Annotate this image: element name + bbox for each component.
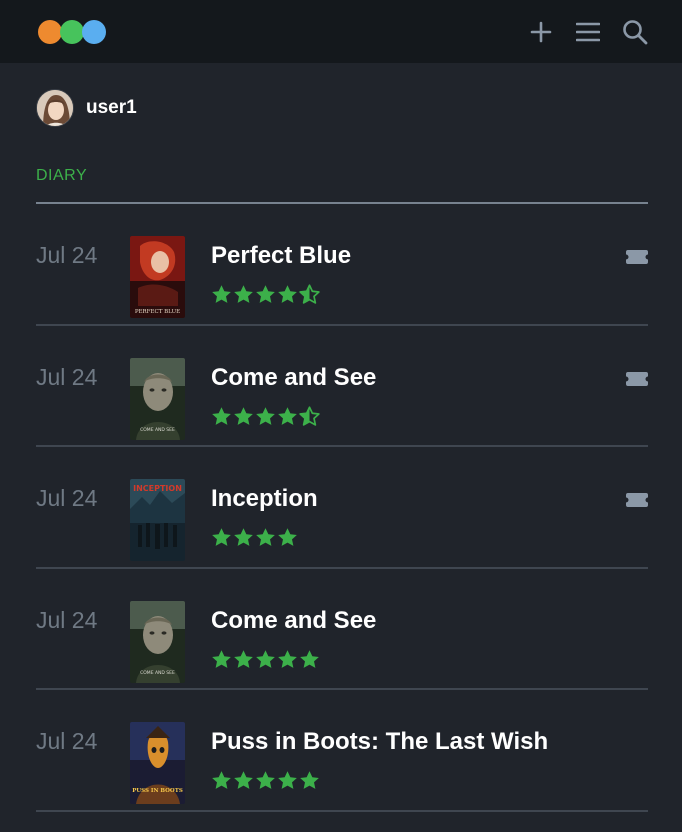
poster-image[interactable]: COME AND SEE xyxy=(130,357,185,440)
diary-list: Jul 24 PERFECT BLUE Perfect Blue Jul 24 xyxy=(36,204,648,812)
poster-image[interactable]: PUSS IN BOOTS xyxy=(130,722,185,804)
rewatch-icon xyxy=(626,250,648,264)
star-icon xyxy=(212,528,231,546)
diary-entry[interactable]: Jul 24 PUSS IN BOOTS Puss in Boots: The … xyxy=(36,690,648,812)
search-icon[interactable] xyxy=(621,18,648,45)
star-icon xyxy=(234,649,253,668)
star-icon xyxy=(300,771,319,789)
star-icon xyxy=(212,406,231,425)
star-icon xyxy=(212,285,231,303)
film-title[interactable]: Come and See xyxy=(211,364,376,392)
main-content: user1 DIARY Jul 24 PERFECT BLUE Perfect … xyxy=(0,63,682,832)
star-icon xyxy=(234,406,253,425)
username[interactable]: user1 xyxy=(86,97,137,119)
app-logo[interactable] xyxy=(38,19,108,45)
poster-caption: INCEPTION xyxy=(133,484,182,493)
star-icon xyxy=(212,771,231,789)
star-icon xyxy=(278,771,297,789)
star-icon xyxy=(256,771,275,789)
entry-date: Jul 24 xyxy=(36,242,98,268)
star-rating xyxy=(211,527,298,548)
star-icon xyxy=(256,285,275,303)
star-icon xyxy=(278,528,297,546)
film-title[interactable]: Come and See xyxy=(211,607,376,635)
section-title-diary: DIARY xyxy=(36,167,88,184)
star-icon xyxy=(234,528,253,546)
star-rating xyxy=(211,284,320,305)
diary-entry[interactable]: Jul 24 INCEPTION Inception xyxy=(36,447,648,569)
star-rating xyxy=(211,770,320,791)
star-icon xyxy=(300,649,319,668)
star-icon xyxy=(256,406,275,425)
logo-dot-green xyxy=(60,19,84,44)
rewatch-icon xyxy=(626,493,648,507)
diary-entry[interactable]: Jul 24 PERFECT BLUE Perfect Blue xyxy=(36,204,648,326)
profile-header[interactable]: user1 xyxy=(36,89,137,127)
half-star-icon xyxy=(299,284,320,304)
nav-actions xyxy=(527,18,648,45)
film-title[interactable]: Perfect Blue xyxy=(211,242,351,270)
star-rating xyxy=(211,649,320,670)
star-icon xyxy=(278,649,297,668)
star-rating xyxy=(211,405,320,427)
star-icon xyxy=(212,649,231,668)
diary-entry[interactable]: Jul 24 COME AND SEE Come and See xyxy=(36,569,648,690)
poster-caption: COME AND SEE xyxy=(140,670,175,676)
poster-caption: PERFECT BLUE xyxy=(135,309,180,315)
logo-dot-blue xyxy=(82,19,106,44)
rewatch-icon xyxy=(626,371,648,386)
logo-dot-orange xyxy=(38,19,62,44)
entry-date: Jul 24 xyxy=(36,728,98,754)
star-icon xyxy=(234,771,253,789)
film-title[interactable]: Inception xyxy=(211,485,318,513)
avatar[interactable] xyxy=(36,89,74,127)
poster-image[interactable]: INCEPTION xyxy=(130,479,185,561)
entry-date: Jul 24 xyxy=(36,606,98,633)
entry-date: Jul 24 xyxy=(36,363,98,390)
plus-icon[interactable] xyxy=(527,18,554,45)
poster-caption: COME AND SEE xyxy=(140,427,175,433)
star-icon xyxy=(278,285,297,303)
half-star-icon xyxy=(299,405,320,426)
menu-icon[interactable] xyxy=(574,18,601,45)
star-icon xyxy=(256,528,275,546)
diary-entry[interactable]: Jul 24 COME AND SEE Come and See xyxy=(36,326,648,447)
film-title[interactable]: Puss in Boots: The Last Wish xyxy=(211,728,548,756)
poster-image[interactable]: COME AND SEE xyxy=(130,600,185,683)
top-navbar xyxy=(0,0,682,63)
star-icon xyxy=(256,649,275,668)
entry-date: Jul 24 xyxy=(36,485,98,511)
star-icon xyxy=(234,285,253,303)
poster-image[interactable]: PERFECT BLUE xyxy=(130,236,185,318)
poster-caption: PUSS IN BOOTS xyxy=(132,788,183,794)
star-icon xyxy=(278,406,297,425)
